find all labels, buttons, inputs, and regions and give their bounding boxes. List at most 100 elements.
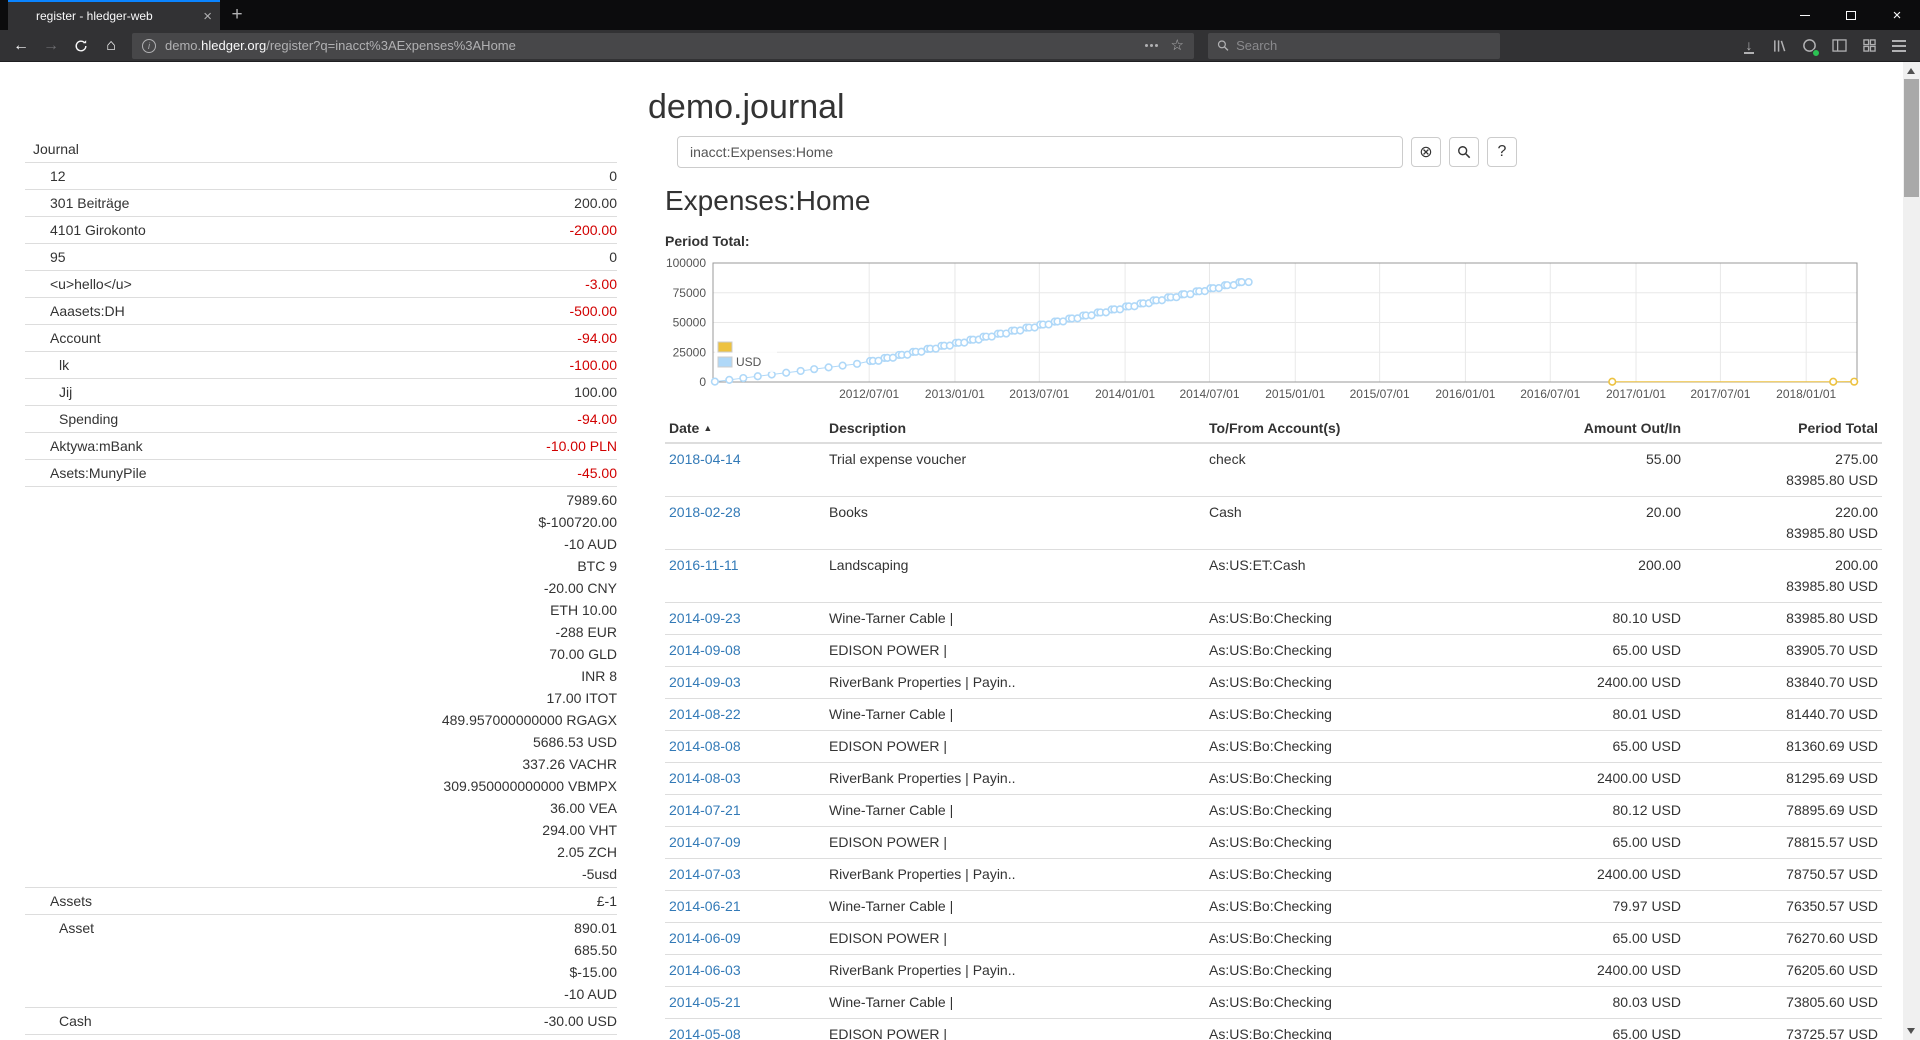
transaction-date-link[interactable]: 2014-09-08 [669,642,741,658]
account-row: Aktywa:mBank -10.00 PLN [25,432,617,459]
reload-icon [74,39,88,53]
account-link[interactable]: Asset [25,917,94,1005]
transaction-description: EDISON POWER | [825,635,1205,667]
data-point [797,368,804,375]
account-link[interactable]: Account [25,327,101,349]
account-link[interactable]: Spending [25,408,118,430]
page-actions-icon[interactable] [1145,44,1158,47]
account-row: lk-100.00 [25,351,617,378]
y-tick-label: 100000 [666,256,706,270]
y-tick-label: 75000 [673,286,707,300]
account-link[interactable]: Assets [25,890,92,912]
account-link[interactable]: 4101 Girokonto [25,219,146,241]
query-input[interactable] [677,136,1403,168]
account-link[interactable]: Asets:MunyPile [25,462,146,484]
account-link[interactable]: lk [25,354,69,376]
account-balance: 0 [609,165,617,187]
account-link[interactable]: Cash [25,1010,92,1032]
transaction-date-link[interactable]: 2014-08-03 [669,770,741,786]
x-tick-label: 2015/01/01 [1265,387,1325,401]
x-tick-label: 2012/07/01 [839,387,899,401]
transaction-amount: 2400.00 USD [1505,955,1685,987]
transaction-account: As:US:Bo:Checking [1205,827,1505,859]
scrollbar-thumb[interactable] [1904,79,1919,197]
account-link[interactable]: 12 [25,165,66,187]
transaction-date-link[interactable]: 2014-07-09 [669,834,741,850]
search-button[interactable] [1449,137,1479,167]
transaction-date-link[interactable]: 2014-06-03 [669,962,741,978]
column-header-date[interactable]: Date▲ [665,414,825,443]
x-tick-label: 2013/07/01 [1009,387,1069,401]
transaction-date-link[interactable]: 2014-09-23 [669,610,741,626]
period-chart: 02500050000750001000002012/07/012013/01/… [665,252,1880,404]
transaction-account: check [1205,443,1505,497]
new-tab-button[interactable]: + [220,0,254,30]
journal-link[interactable]: Journal [33,138,617,160]
transaction-description: Trial expense voucher [825,443,1205,497]
window-close-button[interactable]: × [1874,0,1920,30]
transaction-date-link[interactable]: 2018-04-14 [669,451,741,467]
menu-button[interactable] [1884,32,1914,60]
grid-menu-button[interactable] [1854,32,1884,60]
transaction-account: As:US:Bo:Checking [1205,731,1505,763]
transaction-date-link[interactable]: 2014-07-21 [669,802,741,818]
account-link[interactable]: Aaasets:DH [25,300,125,322]
forward-button[interactable]: → [36,32,66,60]
tab-close-icon[interactable]: × [203,9,212,24]
scroll-up-icon[interactable] [1907,68,1915,74]
transaction-date-link[interactable]: 2014-06-21 [669,898,741,914]
register-row: 2014-05-08EDISON POWER |As:US:Bo:Checkin… [665,1019,1882,1040]
transaction-date-link[interactable]: 2016-11-11 [669,557,739,573]
account-row: -117.00 [25,1034,617,1040]
reload-button[interactable] [66,32,96,60]
transaction-date-link[interactable]: 2014-07-03 [669,866,741,882]
browser-search-bar[interactable] [1208,33,1500,59]
account-link[interactable]: Aktywa:mBank [25,435,143,457]
bookmark-star-icon[interactable]: ☆ [1171,38,1184,53]
account-link[interactable]: 301 Beiträge [25,192,129,214]
account-link[interactable]: <u>hello</u> [25,273,132,295]
scroll-down-icon[interactable] [1907,1028,1915,1034]
home-button[interactable]: ⌂ [96,32,126,60]
register-row: 2014-08-08EDISON POWER |As:US:Bo:Checkin… [665,731,1882,763]
browser-tab[interactable]: register - hledger-web × [8,0,220,30]
transaction-date-link[interactable]: 2014-06-09 [669,930,741,946]
page-scrollbar[interactable] [1903,62,1920,1040]
data-point [740,375,747,382]
account-balance: -10.00 PLN [546,435,617,457]
data-point [811,366,818,373]
clear-query-button[interactable]: ⊗ [1411,137,1441,167]
account-heading: Expenses:Home [665,184,1882,218]
transaction-date-link[interactable]: 2014-09-03 [669,674,741,690]
url-bar[interactable]: i demo.hledger.org/register?q=inacct%3AE… [132,33,1194,59]
clear-icon: ⊗ [1419,142,1432,162]
transaction-amount: 65.00 USD [1505,731,1685,763]
account-row: 12 0 [25,162,617,189]
transaction-date-link[interactable]: 2014-05-21 [669,994,741,1010]
transaction-date-link[interactable]: 2014-08-08 [669,738,741,754]
account-balance: 7989.60$-100720.00-10 AUDBTC 9-20.00 CNY… [442,489,617,885]
transaction-date-link[interactable]: 2014-08-22 [669,706,741,722]
help-button[interactable]: ? [1487,137,1517,167]
extension-button[interactable] [1794,32,1824,60]
account-link[interactable]: Jij [25,381,72,403]
transaction-date-link[interactable]: 2018-02-28 [669,504,741,520]
account-link[interactable]: 95 [25,246,66,268]
x-tick-label: 2016/01/01 [1435,387,1495,401]
magnifier-icon [1457,145,1471,159]
library-button[interactable] [1764,32,1794,60]
browser-search-input[interactable] [1236,38,1491,53]
transaction-description: Wine-Tarner Cable | [825,603,1205,635]
transaction-date-link[interactable]: 2014-05-08 [669,1026,741,1040]
window-minimize-button[interactable] [1782,0,1828,30]
tab-title: register - hledger-web [36,9,197,23]
account-balance: 0 [609,246,617,268]
transaction-account: As:US:Bo:Checking [1205,923,1505,955]
legend-label: USD [736,355,762,369]
account-link[interactable] [25,489,50,885]
back-button[interactable]: ← [6,32,36,60]
site-info-icon[interactable]: i [142,39,156,53]
sidebar-toggle-button[interactable] [1824,32,1854,60]
downloads-button[interactable]: ↓ [1734,32,1764,60]
window-maximize-button[interactable] [1828,0,1874,30]
